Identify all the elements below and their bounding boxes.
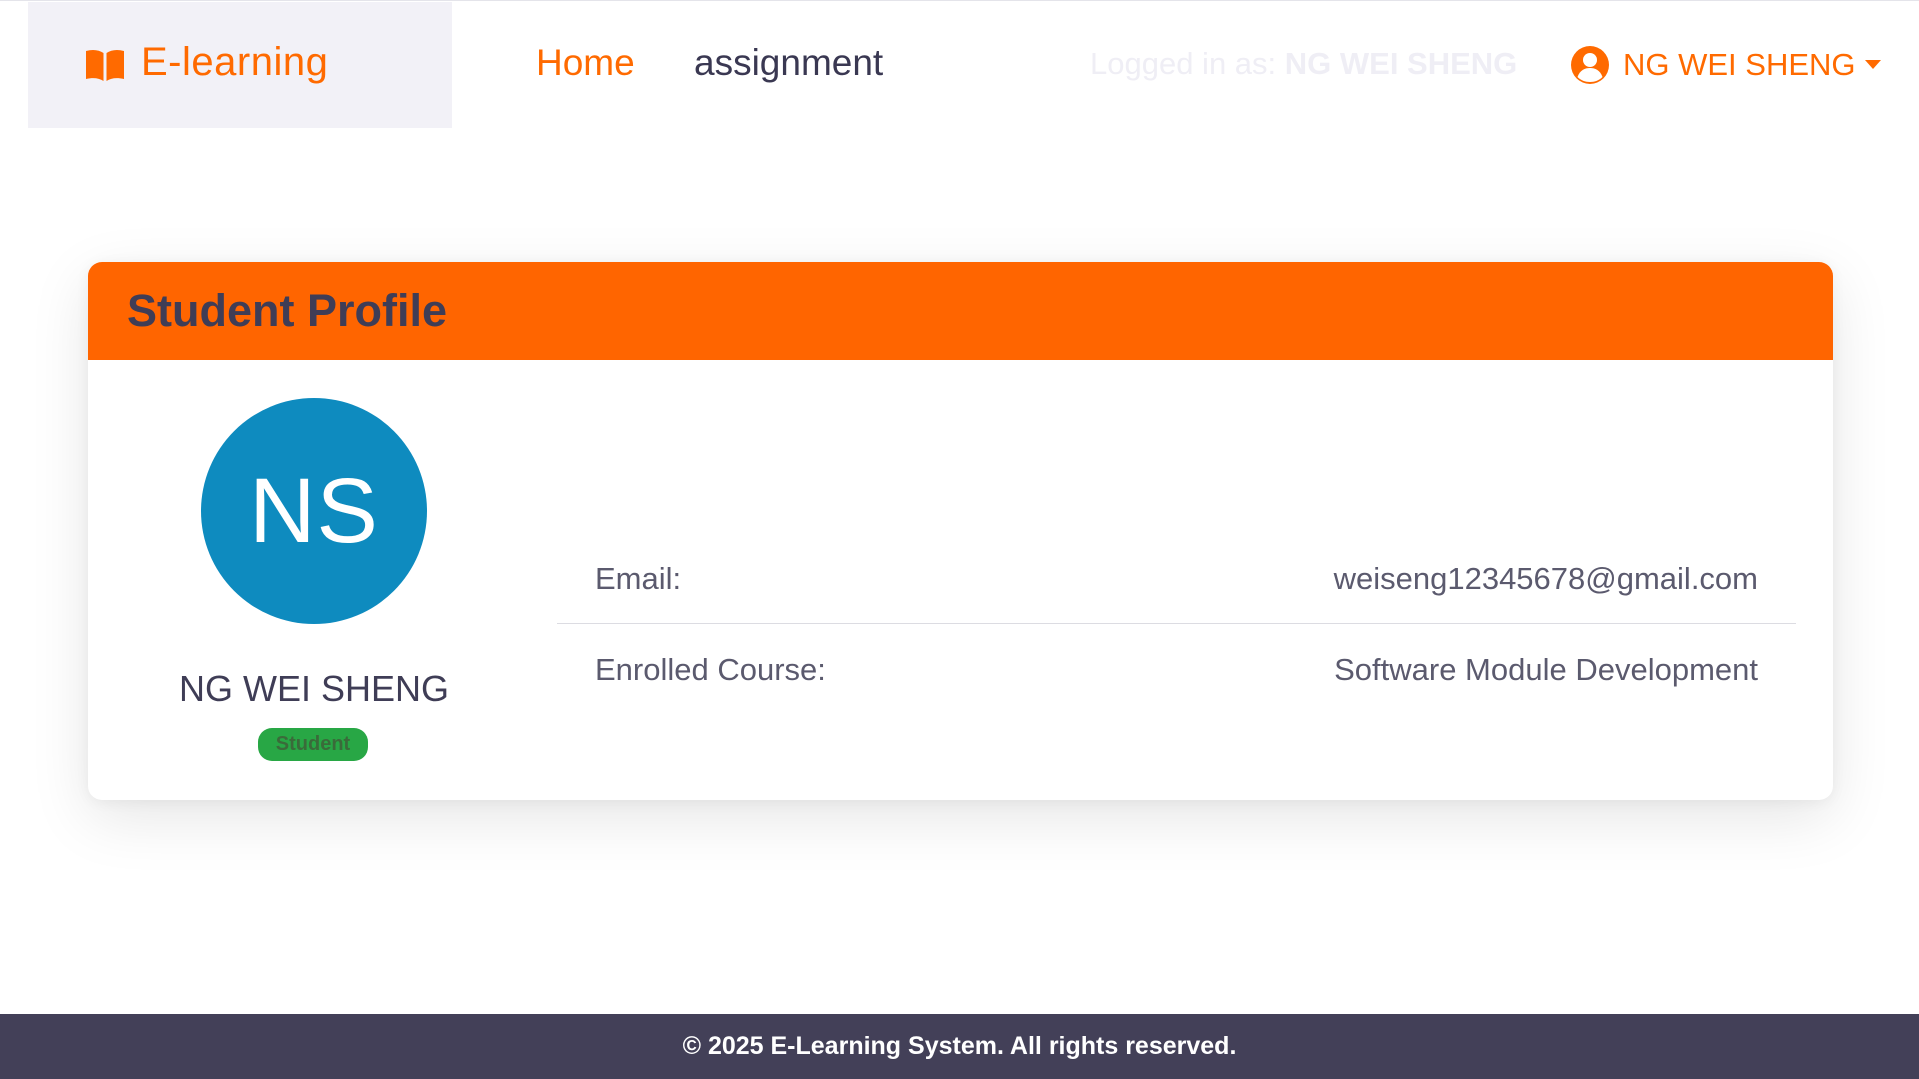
email-row: Email: weiseng12345678@gmail.com bbox=[557, 534, 1796, 624]
role-badge: Student bbox=[258, 728, 368, 761]
logged-in-prefix: Logged in as: bbox=[1090, 46, 1277, 81]
email-label: Email: bbox=[595, 560, 682, 596]
email-value: weiseng12345678@gmail.com bbox=[1333, 560, 1758, 596]
logged-in-status: Logged in as: NG WEI SHENG bbox=[1090, 46, 1517, 82]
profile-card-header: Student Profile bbox=[88, 262, 1833, 360]
brand[interactable]: E-learning bbox=[28, 2, 452, 128]
page-title: Student Profile bbox=[127, 285, 448, 336]
user-menu-label[interactable]: NG WEI SHENG bbox=[1623, 47, 1856, 83]
book-open-icon bbox=[86, 49, 124, 81]
top-navbar: E-learning Home assignment Logged in as:… bbox=[0, 0, 1919, 128]
course-label: Enrolled Course: bbox=[595, 652, 826, 687]
avatar: NS bbox=[201, 398, 427, 624]
user-circle-icon bbox=[1571, 46, 1609, 84]
nav-assignment-link[interactable]: assignment bbox=[694, 42, 883, 84]
profile-card: Student Profile NS NG WEI SHENG Student … bbox=[88, 262, 1833, 800]
brand-name[interactable]: E-learning bbox=[141, 40, 328, 85]
course-value: Software Module Development bbox=[1334, 652, 1758, 687]
logged-in-user: NG WEI SHENG bbox=[1284, 46, 1518, 81]
user-menu-dropdown[interactable]: NG WEI SHENG bbox=[1569, 41, 1881, 89]
nav-home-link[interactable]: Home bbox=[536, 42, 635, 84]
profile-name: NG WEI SHENG bbox=[178, 668, 450, 709]
footer: © 2025 E-Learning System. All rights res… bbox=[0, 1014, 1919, 1079]
course-row: Enrolled Course: Software Module Develop… bbox=[557, 625, 1796, 715]
footer-text: © 2025 E-Learning System. All rights res… bbox=[682, 1032, 1237, 1060]
caret-down-icon[interactable] bbox=[1864, 60, 1881, 70]
